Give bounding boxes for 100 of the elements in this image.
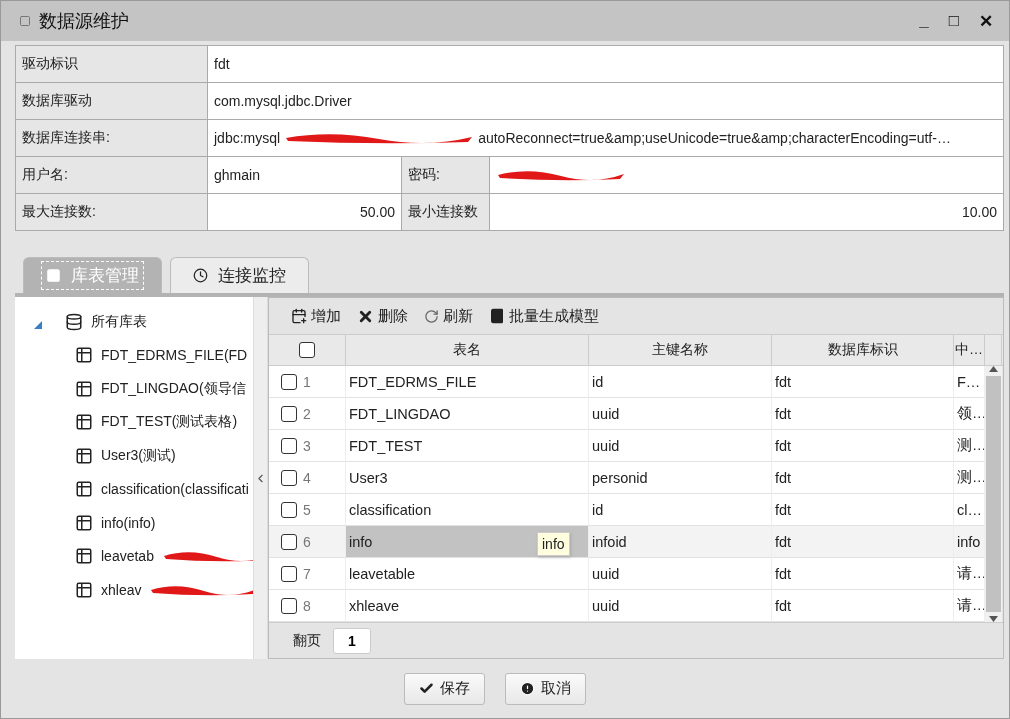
table-cell: fdt <box>772 590 954 622</box>
panel-icon <box>46 268 61 283</box>
table-icon <box>75 480 93 499</box>
refresh-icon <box>424 308 439 324</box>
table-cell: cl… <box>954 494 985 526</box>
tooltip: info <box>537 532 570 556</box>
window-title: 数据源维护 <box>39 10 130 33</box>
tree-item[interactable]: 所有库表 <box>15 305 253 339</box>
field-value[interactable]: 50.00 <box>208 194 402 230</box>
toolbar-button[interactable]: 刷新 <box>424 306 473 326</box>
table-cell: 领… <box>954 398 985 430</box>
row-number: 8 <box>303 597 311 614</box>
table-cell: fdt <box>772 398 954 430</box>
row-number: 7 <box>303 565 311 582</box>
window-control[interactable]: □ <box>942 11 965 31</box>
checkbox[interactable] <box>281 501 297 518</box>
table-cell: fdt <box>772 366 954 398</box>
table-cell: personid <box>589 462 772 494</box>
table-cell: uuid <box>589 398 772 430</box>
scrollbar[interactable] <box>985 366 1002 622</box>
table-icon <box>75 446 93 465</box>
tab[interactable]: 连接监控 <box>170 257 309 293</box>
tree-item[interactable]: FDT_EDRMS_FILE(FD <box>101 347 248 364</box>
table-cell: User3 <box>346 462 589 494</box>
database-icon <box>65 312 83 331</box>
field-value[interactable]: jdbc:mysql autoReconnect=true&amp;useUnicode=true&amp;characterEncoding=utf-… <box>208 120 1003 156</box>
pager-label: 翻页 <box>293 631 321 650</box>
checkbox[interactable] <box>281 405 297 422</box>
column-header[interactable]: 主键名称 <box>589 335 772 365</box>
table-cell: F… <box>954 366 985 398</box>
field-value[interactable]: com.mysql.jdbc.Driver <box>208 83 1003 119</box>
row-number: 6 <box>303 533 311 550</box>
checkbox[interactable] <box>281 597 297 614</box>
table-cell: leavetable <box>346 558 589 590</box>
table-cell: 测… <box>954 430 985 462</box>
table-cell: xhleave <box>346 590 589 622</box>
checkbox[interactable] <box>281 469 297 486</box>
toolbar-button[interactable]: 增加 <box>291 306 341 326</box>
window-control[interactable]: ✕ <box>973 10 999 32</box>
table-cell: 请… <box>954 590 985 622</box>
row-number: 1 <box>303 373 311 390</box>
table-cell: fdt <box>772 462 954 494</box>
checkbox[interactable] <box>281 373 297 390</box>
column-header[interactable]: 数据库标识 <box>772 335 954 365</box>
table-cell: fdt <box>772 526 954 558</box>
toolbar-button[interactable]: 批量生成模型 <box>489 306 599 326</box>
column-header[interactable]: 中… <box>954 335 985 365</box>
table-cell: FDT_TEST <box>346 430 589 462</box>
table-cell: id <box>589 494 772 526</box>
window-icon <box>19 15 31 27</box>
footer-button[interactable]: 保存 <box>404 672 485 705</box>
table-cell: FDT_EDRMS_FILE <box>346 366 589 398</box>
tree-item[interactable]: User3(测试) <box>101 446 176 465</box>
page-field[interactable]: 1 <box>333 627 371 654</box>
field-value[interactable]: fdt <box>208 46 1003 82</box>
row-number: 3 <box>303 437 311 454</box>
table-cell: info <box>954 526 985 558</box>
table-icon <box>75 379 93 398</box>
window-control[interactable]: _ <box>913 11 935 31</box>
checkbox[interactable] <box>281 533 297 550</box>
table-cell: fdt <box>772 430 954 462</box>
column-header[interactable]: 表名 <box>346 335 589 365</box>
checkbox[interactable] <box>281 565 297 582</box>
tree-item[interactable]: xhleav <box>101 581 142 598</box>
value-text: jdbc:mysql <box>214 130 281 146</box>
table-cell: 测… <box>954 462 985 494</box>
footer-button[interactable]: 取消 <box>505 672 586 705</box>
table-icon <box>75 346 93 365</box>
tree-item[interactable]: leavetab <box>101 548 154 565</box>
book-icon <box>489 308 505 324</box>
clock-icon <box>193 268 208 283</box>
table-cell: fdt <box>772 494 954 526</box>
table-icon <box>75 547 93 566</box>
table-cell: uuid <box>589 430 772 462</box>
password-field[interactable] <box>490 157 1003 193</box>
tree-item[interactable]: FDT_LINGDAO(领导信 <box>101 379 246 398</box>
table-cell: id <box>589 366 772 398</box>
table-cell: FDT_LINGDAO <box>346 398 589 430</box>
toolbar-button[interactable]: 删除 <box>357 306 408 326</box>
table-icon <box>75 513 93 532</box>
table-icon <box>75 580 93 599</box>
table-cell: classification <box>346 494 589 526</box>
field-value[interactable]: ghmain <box>208 157 402 193</box>
tree-item[interactable]: info(info) <box>101 514 156 531</box>
table-cell: fdt <box>772 558 954 590</box>
checkbox[interactable] <box>299 342 315 358</box>
checkbox[interactable] <box>281 437 297 454</box>
row-number: 2 <box>303 405 311 422</box>
tree-item[interactable]: FDT_TEST(测试表格) <box>101 413 238 432</box>
row-number: 4 <box>303 469 311 486</box>
row-number: 5 <box>303 501 311 518</box>
field-value[interactable]: 10.00 <box>490 194 1003 230</box>
tree-item[interactable]: classification(classificati <box>101 481 249 498</box>
value-text: autoReconnect=true&amp;useUnicode=true&amp;characterEncoding=utf-… <box>478 130 951 146</box>
calendar-plus-icon <box>291 308 307 324</box>
table-cell: 请… <box>954 558 985 590</box>
table-cell: uuid <box>589 558 772 590</box>
table-cell: infoid <box>589 526 772 558</box>
alert-icon <box>520 681 535 696</box>
check-icon <box>419 681 434 696</box>
